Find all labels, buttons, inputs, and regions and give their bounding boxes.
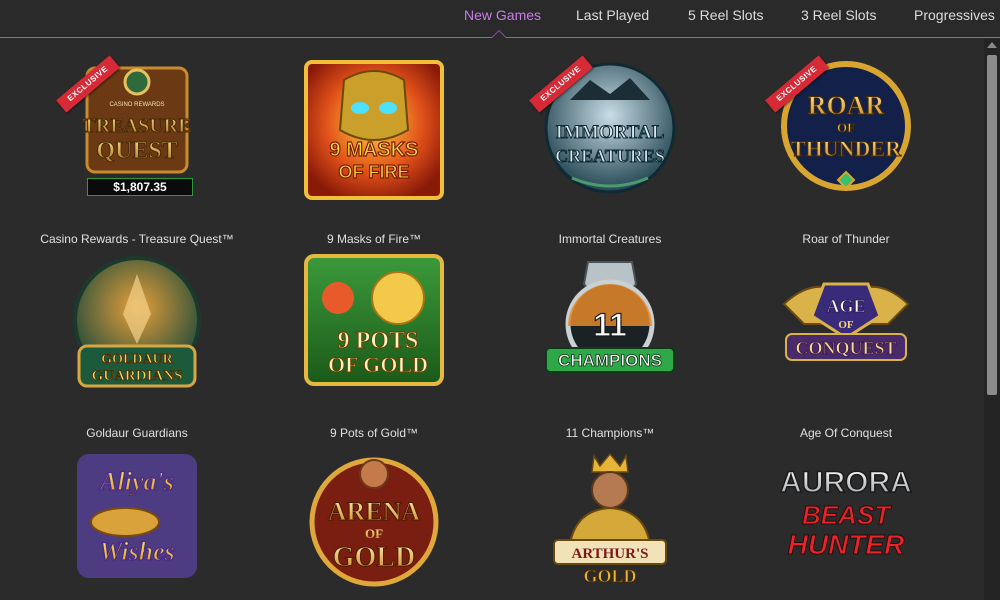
game-logo-roar-of-thunder: ROAR OF THUNDER EXCLUSIVE (765, 55, 916, 200)
game-title: Roar of Thunder (802, 232, 890, 246)
game-logo-goldaur-guardians: GOLDAUR GUARDIANS (67, 254, 207, 394)
game-tile-11-champions[interactable]: 11 CHAMPIONS 11 Champions™ (492, 254, 728, 440)
game-logo-11-champions: 11 CHAMPIONS (540, 254, 680, 394)
svg-text:Aliya's: Aliya's (98, 467, 174, 496)
tab-new-games[interactable]: New Games (464, 7, 541, 23)
game-logo-aurora-beast-hunter: AURORA BEAST HUNTER (776, 448, 916, 588)
game-title: Goldaur Guardians (86, 426, 188, 440)
vertical-scrollbar[interactable] (984, 39, 1000, 600)
svg-text:ARENA: ARENA (328, 497, 421, 526)
game-logo-9-pots-of-gold: 9 POTS OF GOLD (304, 254, 444, 394)
svg-text:HUNTER: HUNTER (788, 529, 905, 560)
game-title: Immortal Creatures (558, 232, 662, 246)
game-title: Casino Rewards - Treasure Quest™ (40, 232, 234, 246)
svg-text:11: 11 (593, 307, 627, 343)
game-tile-aurora-beast-hunter[interactable]: AURORA BEAST HUNTER (728, 448, 964, 588)
game-tile-aliyas-wishes[interactable]: Aliya's Wishes (19, 448, 255, 588)
svg-text:QUEST: QUEST (96, 138, 177, 164)
svg-text:OF: OF (838, 319, 854, 331)
svg-text:OF GOLD: OF GOLD (328, 352, 428, 377)
svg-text:ROAR: ROAR (808, 91, 885, 120)
game-logo-9-masks-of-fire: 9 MASKS OF FIRE (304, 60, 444, 200)
svg-text:CONQUEST: CONQUEST (795, 338, 896, 358)
game-logo-treasure-quest: CASINO REWARDS TREASURE QUEST EXCLUSIVE … (56, 55, 207, 200)
tab-last-played[interactable]: Last Played (576, 7, 649, 23)
game-logo-immortal-creatures: IMMORTAL CREATURES EXCLUSIVE (529, 55, 680, 200)
game-tile-9-masks-of-fire[interactable]: 9 MASKS OF FIRE 9 Masks of Fire™ (256, 60, 492, 246)
tab-progressives[interactable]: Progressives (914, 7, 995, 23)
game-tile-arthurs-gold[interactable]: ARTHUR'S GOLD (492, 448, 728, 588)
game-logo-arena-of-gold: ARENA OF GOLD (304, 448, 444, 588)
scrollbar-thumb[interactable] (987, 55, 997, 395)
svg-text:OF: OF (837, 120, 855, 135)
game-title: 9 Masks of Fire™ (326, 232, 422, 246)
svg-text:AGE: AGE (826, 296, 865, 316)
tab-3-reel-slots[interactable]: 3 Reel Slots (801, 7, 876, 23)
svg-text:9 POTS: 9 POTS (338, 328, 419, 354)
svg-text:ARTHUR'S: ARTHUR'S (572, 546, 649, 562)
svg-text:BEAST: BEAST (802, 500, 892, 530)
game-tile-9-pots-of-gold[interactable]: 9 POTS OF GOLD 9 Pots of Gold™ (256, 254, 492, 440)
game-logo-arthurs-gold: ARTHUR'S GOLD (540, 448, 680, 588)
active-tab-indicator (491, 30, 507, 38)
svg-text:GOLD: GOLD (333, 542, 415, 573)
top-navigation: New Games Last Played 5 Reel Slots 3 Ree… (0, 0, 1000, 38)
svg-text:GOLD: GOLD (583, 566, 636, 586)
game-tile-age-of-conquest[interactable]: AGE OF CONQUEST Age Of Conquest (728, 254, 964, 440)
game-grid: CASINO REWARDS TREASURE QUEST EXCLUSIVE … (0, 39, 984, 600)
game-title: Age Of Conquest (799, 426, 893, 440)
svg-text:9 MASKS: 9 MASKS (330, 139, 419, 161)
svg-text:CHAMPIONS: CHAMPIONS (558, 351, 662, 370)
game-logo-age-of-conquest: AGE OF CONQUEST (776, 254, 916, 394)
game-logo-aliyas-wishes: Aliya's Wishes (67, 448, 207, 588)
game-title: 11 Champions™ (565, 426, 655, 440)
game-tile-roar-of-thunder[interactable]: ROAR OF THUNDER EXCLUSIVE Roar of Thunde… (728, 55, 964, 246)
svg-text:OF FIRE: OF FIRE (339, 162, 410, 182)
jackpot-amount: $1,807.35 (87, 178, 193, 196)
svg-text:IMMORTAL: IMMORTAL (556, 122, 665, 143)
svg-text:TREASURE: TREASURE (83, 115, 192, 137)
game-tile-immortal-creatures[interactable]: IMMORTAL CREATURES EXCLUSIVE Immortal Cr… (492, 55, 728, 246)
svg-text:THUNDER: THUNDER (791, 136, 902, 161)
scroll-up-arrow-icon[interactable] (987, 42, 997, 48)
svg-text:AURORA: AURORA (780, 466, 912, 499)
game-tile-goldaur-guardians[interactable]: GOLDAUR GUARDIANS Goldaur Guardians (19, 254, 255, 440)
svg-text:CREATURES: CREATURES (555, 146, 665, 166)
svg-text:GOLDAUR: GOLDAUR (101, 352, 173, 367)
tab-5-reel-slots[interactable]: 5 Reel Slots (688, 7, 763, 23)
game-tile-treasure-quest[interactable]: CASINO REWARDS TREASURE QUEST EXCLUSIVE … (19, 55, 255, 246)
game-title: 9 Pots of Gold™ (329, 426, 419, 440)
svg-text:Wishes: Wishes (99, 537, 175, 566)
game-tile-arena-of-gold[interactable]: ARENA OF GOLD (256, 448, 492, 588)
svg-text:GUARDIANS: GUARDIANS (92, 368, 183, 384)
svg-text:CASINO REWARDS: CASINO REWARDS (109, 102, 164, 108)
svg-text:OF: OF (365, 526, 383, 541)
